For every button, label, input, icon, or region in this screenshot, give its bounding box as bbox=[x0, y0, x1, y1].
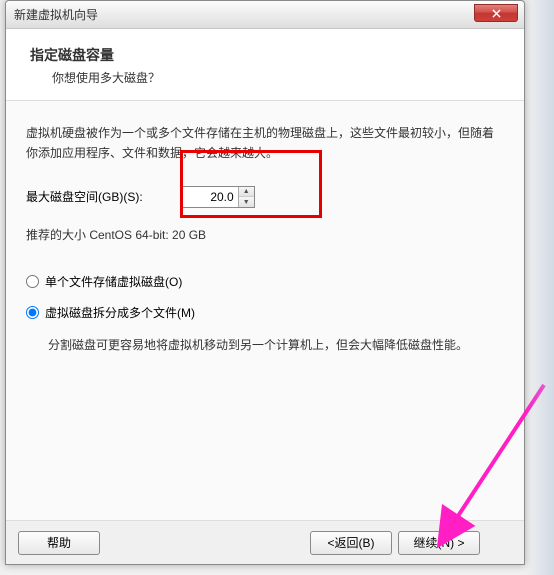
close-icon bbox=[492, 9, 501, 18]
spinner-up-icon[interactable]: ▲ bbox=[239, 187, 254, 198]
titlebar: 新建虚拟机向导 bbox=[6, 1, 524, 29]
spinner-down-icon[interactable]: ▼ bbox=[239, 197, 254, 207]
radio-split-input[interactable] bbox=[26, 306, 39, 319]
radio-split-label: 虚拟磁盘拆分成多个文件(M) bbox=[45, 304, 195, 321]
content-area: 虚拟机硬盘被作为一个或多个文件存储在主机的物理磁盘上，这些文件最初较小，但随着你… bbox=[6, 101, 524, 520]
disk-size-input[interactable] bbox=[182, 187, 238, 207]
next-button[interactable]: 继续(N) > bbox=[398, 531, 480, 555]
radio-split-files[interactable]: 虚拟磁盘拆分成多个文件(M) bbox=[26, 304, 504, 321]
close-button[interactable] bbox=[474, 4, 518, 22]
radio-single-file[interactable]: 单个文件存储虚拟磁盘(O) bbox=[26, 273, 504, 290]
page-subtitle: 你想使用多大磁盘？ bbox=[30, 69, 500, 86]
back-button[interactable]: <返回(B) bbox=[310, 531, 392, 555]
recommended-text: 推荐的大小 CentOS 64-bit: 20 GB bbox=[26, 226, 504, 243]
footer-bar: 帮助 <返回(B) 继续(N) > 取消 bbox=[6, 520, 524, 564]
help-button[interactable]: 帮助 bbox=[18, 531, 100, 555]
spinner-buttons: ▲ ▼ bbox=[238, 187, 254, 207]
window-title: 新建虚拟机向导 bbox=[14, 6, 98, 23]
disk-size-spinner[interactable]: ▲ ▼ bbox=[181, 186, 255, 208]
radio-single-input[interactable] bbox=[26, 275, 39, 288]
decorative-edge bbox=[526, 0, 554, 575]
disk-size-label: 最大磁盘空间(GB)(S): bbox=[26, 188, 143, 205]
header-section: 指定磁盘容量 你想使用多大磁盘？ bbox=[6, 29, 524, 101]
page-title: 指定磁盘容量 bbox=[30, 45, 500, 65]
split-hint-text: 分割磁盘可更容易地将虚拟机移动到另一个计算机上，但会大幅降低磁盘性能。 bbox=[48, 335, 504, 355]
radio-single-label: 单个文件存储虚拟磁盘(O) bbox=[45, 273, 182, 290]
description-text: 虚拟机硬盘被作为一个或多个文件存储在主机的物理磁盘上，这些文件最初较小，但随着你… bbox=[26, 123, 504, 164]
disk-size-row: 最大磁盘空间(GB)(S): ▲ ▼ bbox=[26, 186, 504, 208]
wizard-window: 新建虚拟机向导 指定磁盘容量 你想使用多大磁盘？ 虚拟机硬盘被作为一个或多个文件… bbox=[5, 0, 525, 565]
